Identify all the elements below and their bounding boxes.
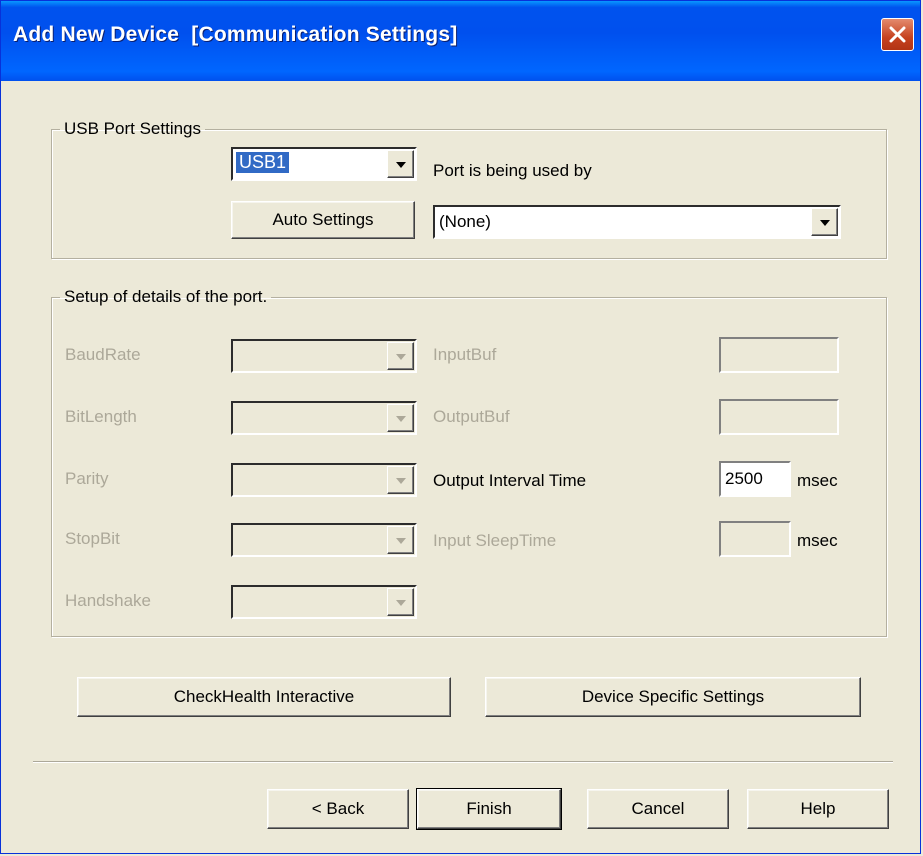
usb-port-select[interactable]: USB1	[231, 147, 417, 181]
baud-rate-dropdown-button[interactable]	[387, 342, 414, 370]
output-buf-field[interactable]	[719, 399, 839, 435]
chevron-down-icon	[396, 600, 406, 606]
dialog-window: Add New Device [Communication Settings] …	[0, 0, 921, 854]
checkhealth-interactive-button[interactable]: CheckHealth Interactive	[77, 677, 451, 717]
cancel-button[interactable]: Cancel	[587, 789, 729, 829]
port-used-by-value: (None)	[439, 212, 491, 231]
baud-rate-select[interactable]	[231, 339, 417, 373]
parity-dropdown-button[interactable]	[387, 466, 414, 494]
input-sleep-label: Input SleepTime	[433, 531, 557, 550]
close-button[interactable]	[881, 18, 914, 51]
output-interval-value: 2500	[725, 469, 763, 488]
chevron-down-icon	[396, 162, 406, 168]
auto-settings-button[interactable]: Auto Settings	[231, 201, 415, 239]
handshake-dropdown-button[interactable]	[387, 588, 414, 616]
output-buf-label: OutputBuf	[433, 407, 510, 426]
title-bar[interactable]: Add New Device [Communication Settings]	[1, 1, 920, 81]
input-sleep-field[interactable]	[719, 521, 791, 557]
usb-port-dropdown-button[interactable]	[387, 150, 414, 178]
stop-bit-label: StopBit	[65, 529, 120, 548]
port-details-legend: Setup of details of the port.	[64, 287, 268, 306]
chevron-down-icon	[396, 416, 406, 422]
port-used-by-label: Port is being used by	[433, 161, 592, 180]
baud-rate-label: BaudRate	[65, 345, 141, 364]
help-button[interactable]: Help	[747, 789, 889, 829]
output-interval-label: Output Interval Time	[433, 471, 587, 490]
stop-bit-select[interactable]	[231, 523, 417, 557]
bit-length-select[interactable]	[231, 401, 417, 435]
handshake-label: Handshake	[65, 591, 152, 610]
back-button[interactable]: < Back	[267, 789, 409, 829]
parity-label: Parity	[65, 469, 109, 488]
input-sleep-unit: msec	[797, 531, 838, 550]
dialog-client: USB Port Settings USB1 Port is being use…	[9, 81, 913, 849]
footer-divider	[33, 761, 893, 763]
output-interval-field[interactable]: 2500	[719, 461, 791, 497]
window-title: Add New Device [Communication Settings]	[13, 23, 458, 46]
chevron-down-icon	[820, 220, 830, 226]
bit-length-label: BitLength	[65, 407, 137, 426]
stop-bit-dropdown-button[interactable]	[387, 526, 414, 554]
chevron-down-icon	[396, 478, 406, 484]
chevron-down-icon	[396, 538, 406, 544]
parity-select[interactable]	[231, 463, 417, 497]
usb-port-settings-legend: USB Port Settings	[64, 119, 202, 138]
input-buf-label: InputBuf	[433, 345, 497, 364]
port-used-by-dropdown-button[interactable]	[811, 208, 838, 236]
usb-port-value: USB1	[236, 152, 290, 173]
input-buf-field[interactable]	[719, 337, 839, 373]
finish-button[interactable]: Finish	[416, 788, 562, 830]
bit-length-dropdown-button[interactable]	[387, 404, 414, 432]
device-specific-settings-button[interactable]: Device Specific Settings	[485, 677, 861, 717]
chevron-down-icon	[396, 354, 406, 360]
handshake-select[interactable]	[231, 585, 417, 619]
port-used-by-select[interactable]: (None)	[433, 205, 841, 239]
output-interval-unit: msec	[797, 471, 838, 490]
